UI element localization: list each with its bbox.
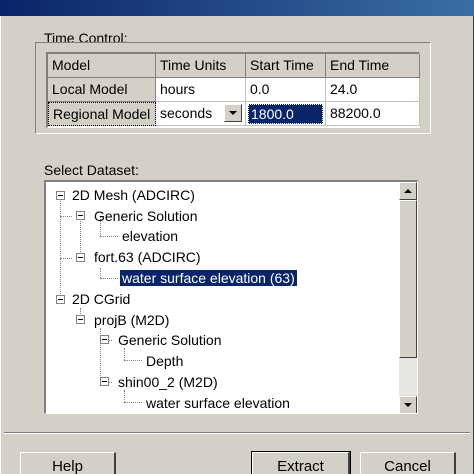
collapse-icon[interactable] xyxy=(100,335,109,344)
time-units-cell[interactable]: hours xyxy=(156,78,246,102)
button-separator xyxy=(4,432,470,434)
tree-connector xyxy=(60,196,61,300)
time-units-select[interactable]: seconds xyxy=(156,102,246,126)
tree-node-selected[interactable]: water surface elevation (63) xyxy=(119,268,298,288)
column-header-time-units[interactable]: Time Units xyxy=(156,54,246,78)
end-time-cell[interactable]: 88200.0 xyxy=(326,102,420,126)
row-header-local-model[interactable]: Local Model xyxy=(48,78,156,102)
extract-button[interactable]: Extract xyxy=(251,451,351,474)
help-button[interactable]: Help xyxy=(20,452,116,474)
tree-node-label: fort.63 (ADCIRC) xyxy=(94,249,201,265)
tree-node[interactable]: 2D CGrid xyxy=(70,289,132,309)
tree-node[interactable]: 2D Mesh (ADCIRC) xyxy=(70,185,197,205)
time-control-grid[interactable]: Model Time Units Start Time End Time Loc… xyxy=(46,52,420,128)
column-header-model[interactable]: Model xyxy=(48,54,156,78)
scroll-thumb[interactable] xyxy=(399,200,417,358)
end-time-cell[interactable]: 24.0 xyxy=(326,78,420,102)
row-header-regional-model[interactable]: Regional Model xyxy=(48,102,156,126)
tree-node-label: Generic Solution xyxy=(94,208,198,224)
tree-connector xyxy=(100,236,118,237)
tree-node-label: elevation xyxy=(122,228,179,244)
tree-node[interactable]: elevation xyxy=(120,226,180,246)
arrow-up-icon xyxy=(404,189,412,193)
column-header-end-time[interactable]: End Time xyxy=(326,54,420,78)
tree-node[interactable]: Generic Solution xyxy=(116,330,224,350)
tree-node[interactable]: projB (M2D) xyxy=(92,310,171,330)
chevron-down-icon xyxy=(229,111,237,115)
start-time-cell[interactable]: 0.0 xyxy=(246,78,326,102)
tree-node-label: Depth xyxy=(146,353,184,369)
collapse-icon[interactable] xyxy=(100,377,109,386)
tree-connector xyxy=(80,216,81,258)
column-header-start-time[interactable]: Start Time xyxy=(246,54,326,78)
tree-node[interactable]: water surface elevation xyxy=(144,393,292,413)
collapse-icon[interactable] xyxy=(56,191,65,200)
tree-connector xyxy=(60,258,72,259)
start-time-input[interactable]: 1800.0 xyxy=(246,102,326,126)
collapse-icon[interactable] xyxy=(76,253,85,262)
time-units-dropdown-button[interactable] xyxy=(224,104,242,122)
window-titlebar xyxy=(0,0,474,16)
window-frame-right xyxy=(470,16,474,474)
cancel-button[interactable]: Cancel xyxy=(360,452,456,474)
tree-node-label: water surface elevation xyxy=(146,395,290,411)
tree-node-label: 2D CGrid xyxy=(72,291,131,307)
collapse-icon[interactable] xyxy=(76,315,85,324)
scroll-up-button[interactable] xyxy=(399,182,417,200)
time-units-value: seconds xyxy=(160,105,213,121)
tree-node[interactable]: fort.63 (ADCIRC) xyxy=(92,247,203,267)
tree-connector xyxy=(124,402,142,403)
tree-scrollbar[interactable] xyxy=(399,182,417,413)
scroll-down-button[interactable] xyxy=(399,396,417,413)
tree-node[interactable]: Generic Solution xyxy=(92,206,200,226)
collapse-icon[interactable] xyxy=(76,211,85,220)
tree-connector xyxy=(100,268,101,278)
tree-node-label: projB (M2D) xyxy=(94,312,170,328)
collapse-icon[interactable] xyxy=(56,295,65,304)
tree-node-label: water surface elevation (63) xyxy=(119,269,298,287)
tree-connector xyxy=(60,216,72,217)
tree-connector xyxy=(100,278,118,279)
tree-node[interactable]: shin00_2 (M2D) xyxy=(116,372,220,392)
tree-node-label: shin00_2 (M2D) xyxy=(118,374,218,390)
arrow-down-icon xyxy=(404,403,412,407)
tree-connector xyxy=(124,360,142,361)
tree-node[interactable]: Depth xyxy=(144,351,185,371)
window-frame-left xyxy=(0,16,4,474)
select-dataset-label: Select Dataset: xyxy=(44,162,139,178)
dataset-tree[interactable]: 2D Mesh (ADCIRC) Generic Solution elevat… xyxy=(44,180,418,414)
tree-node-label: 2D Mesh (ADCIRC) xyxy=(72,187,195,203)
tree-node-label: Generic Solution xyxy=(118,332,222,348)
start-time-value: 1800.0 xyxy=(248,104,323,124)
